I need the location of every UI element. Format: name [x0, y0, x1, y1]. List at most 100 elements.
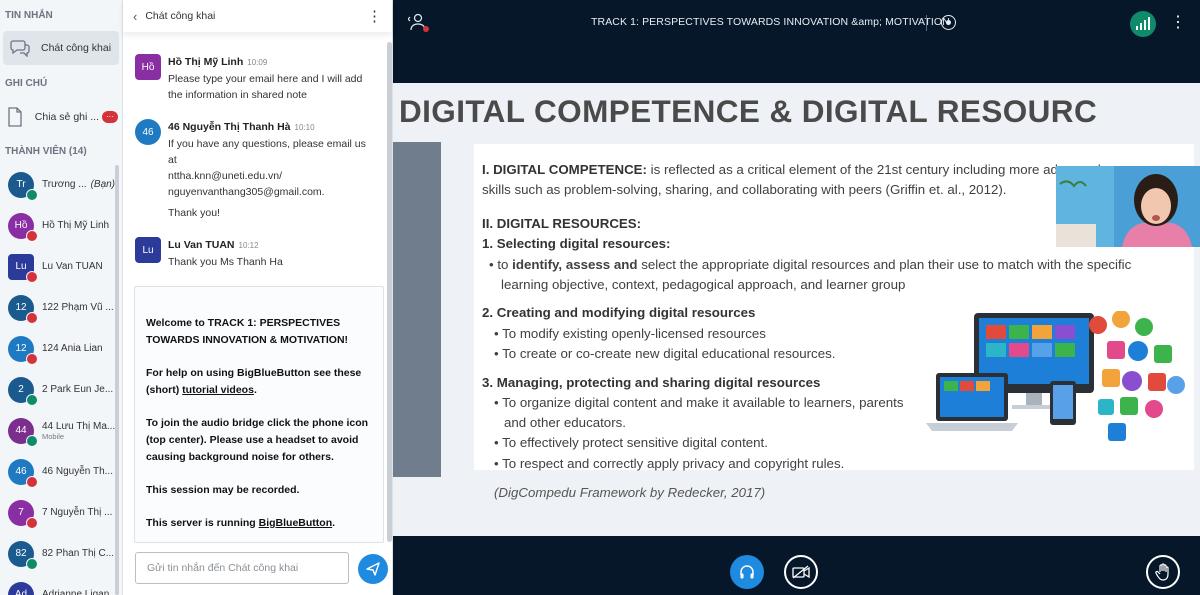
more-options-icon[interactable]: ⋮ — [367, 7, 382, 25]
slide-bullet: • To create or co-create new digital edu… — [494, 346, 836, 361]
meeting-title: TRACK 1: PERSPECTIVES TOWARDS INNOVATION… — [591, 16, 950, 28]
muted-mic-icon — [26, 352, 38, 365]
muted-mic-icon — [26, 229, 38, 242]
welcome-text: This server is running — [146, 517, 259, 529]
user-list-scrollbar[interactable] — [115, 165, 119, 595]
member-item[interactable]: 2 2 Park Eun Je... — [0, 369, 122, 410]
options-menu-icon[interactable]: ⋮ — [1170, 14, 1186, 32]
headphones-icon — [740, 565, 754, 579]
slide-line: learning objective, context, pedagogical… — [501, 277, 906, 292]
user-list-toggle-icon[interactable] — [407, 12, 429, 32]
chat-title: Chát công khai — [145, 10, 216, 22]
avatar: 46 — [135, 119, 161, 145]
slide-subheading: 1. Selecting digital resources: — [482, 236, 671, 251]
member-item[interactable]: 12 124 Ania Lian — [0, 328, 122, 369]
chat-message: Hồ Hồ Thị Mỹ Linh 10:09 Please type your em… — [123, 54, 385, 103]
message-header: Hồ Thị Mỹ Linh 10:09 — [168, 54, 362, 71]
webcam-person-image — [1056, 166, 1200, 247]
member-text: 2 Park Eun Je... — [42, 384, 113, 395]
member-name: Hồ Thị Mỹ Linh — [42, 220, 110, 231]
slide-bold-text: identify, assess and — [512, 257, 638, 272]
shared-notes-item[interactable]: Chia sẻ ghi ... ··· — [0, 100, 122, 134]
message-sender: Hồ Thị Mỹ Linh — [168, 56, 244, 68]
chat-message-input[interactable]: Gửi tin nhắn đến Chát công khai — [135, 552, 349, 584]
raise-hand-button[interactable] — [1146, 555, 1180, 589]
welcome-text: ! — [344, 334, 349, 346]
slide-bullet: • To modify existing openly-licensed res… — [494, 326, 766, 341]
public-chat-item[interactable]: Chát công khai — [3, 31, 119, 65]
notification-dot — [423, 26, 429, 32]
devices-illustration — [922, 310, 1190, 451]
member-item[interactable]: 82 82 Phan Thị C... — [0, 533, 122, 574]
avatar-initials: 46 — [15, 466, 27, 477]
note-icon — [4, 104, 27, 130]
slide-line: skills such as problem-solving, sharing,… — [482, 182, 1007, 197]
member-item[interactable]: Hồ Hồ Thị Mỹ Linh — [0, 205, 122, 246]
member-item[interactable]: 12 122 Phạm Vũ ... — [0, 287, 122, 328]
welcome-text: . — [332, 517, 336, 529]
muted-mic-icon — [26, 311, 38, 324]
member-item[interactable]: Ad Adrianne Ligan — [0, 574, 122, 595]
public-chat-label: Chát công khai — [41, 42, 112, 54]
message-line: If you have any questions, please email … — [168, 138, 366, 166]
chat-header: ‹ Chát công khai ⋮ — [123, 0, 392, 32]
shared-notes-label: Chia sẻ ghi ... — [34, 111, 99, 123]
avatar: Hồ — [135, 54, 161, 80]
listen-only-icon — [26, 188, 38, 201]
you-tag: (Bạn) — [90, 179, 116, 190]
slide-title: DIGITAL COMPETENCE & DIGITAL RESOURC — [399, 93, 1098, 129]
member-item[interactable]: Lu Lu Van TUAN — [0, 246, 122, 287]
slide-subheading: 3. Managing, protecting and sharing digi… — [482, 375, 821, 390]
send-button[interactable] — [358, 554, 388, 584]
slide-heading: II. DIGITAL RESOURCES: — [482, 216, 642, 231]
welcome-para-4: This session may be recorded. — [146, 482, 373, 499]
avatar: 2 — [8, 376, 38, 406]
bigbluebutton-link[interactable]: BigBlueButton — [259, 517, 333, 529]
listen-only-icon — [26, 434, 38, 447]
message-time: 10:12 — [238, 241, 259, 250]
record-icon[interactable] — [941, 15, 956, 30]
member-item[interactable]: 7 7 Nguyễn Thị ... — [0, 492, 122, 533]
listen-only-icon — [26, 557, 38, 570]
slide-bullet: • to identify, assess and select the app… — [489, 257, 1131, 272]
avatar: 82 — [8, 540, 38, 570]
avatar: 44 — [8, 417, 38, 447]
member-item[interactable]: 44 44 Lưu Thị Ma... Mobile — [0, 410, 122, 451]
member-item[interactable]: 46 46 Nguyễn Th... — [0, 451, 122, 492]
avatar-initials: 82 — [15, 548, 27, 559]
slide-text: • to — [489, 257, 513, 272]
video-off-icon — [792, 565, 810, 579]
member-name: Trương ... — [42, 179, 87, 190]
connection-status-icon[interactable] — [1130, 11, 1156, 37]
webcam-video[interactable] — [1056, 166, 1200, 247]
avatar-initials: 2 — [18, 384, 24, 395]
chat-scrollbar[interactable] — [387, 42, 392, 542]
member-item[interactable]: Tr Trương ... (Bạn) — [0, 164, 122, 205]
slide-line: I. DIGITAL COMPETENCE: is reflected as a… — [482, 162, 1101, 177]
avatar-initials: Lu — [142, 244, 154, 256]
member-text: Trương ... (Bạn) — [42, 179, 115, 190]
avatar-initials: 12 — [15, 343, 27, 354]
presentation-area: TRACK 1: PERSPECTIVES TOWARDS INNOVATION… — [393, 0, 1200, 595]
avatar: Lu — [135, 237, 161, 263]
chevron-left-icon[interactable]: ‹ — [133, 9, 137, 24]
audio-button[interactable] — [730, 555, 764, 589]
message-body: Lu Van TUAN 10:12 Thank you Ms Thanh Ha — [168, 237, 283, 270]
welcome-para-5: This server is running BigBlueButton. — [146, 515, 373, 532]
avatar: Tr — [8, 171, 38, 201]
message-line: nttha.knn@uneti.edu.vn/ — [168, 170, 282, 182]
muted-mic-icon — [26, 516, 38, 529]
slide-bullet: • To effectively protect sensitive digit… — [494, 435, 768, 450]
hand-icon — [1155, 563, 1169, 581]
presentation-slide: DIGITAL COMPETENCE & DIGITAL RESOURC I. … — [393, 83, 1200, 536]
slide-heading: I. DIGITAL COMPETENCE: — [482, 162, 647, 177]
member-text: Adrianne Ligan — [42, 589, 109, 595]
divider — [926, 15, 927, 31]
tutorial-videos-link[interactable]: tutorial videos — [182, 384, 254, 396]
member-text: 44 Lưu Thị Ma... Mobile — [42, 421, 115, 441]
slide-line: and other educators. — [504, 415, 626, 430]
chat-message: 46 46 Nguyễn Thị Thanh Hà 10:10 If you have… — [123, 119, 385, 221]
muted-mic-icon — [26, 270, 38, 283]
recording-notice: This session may be recorded. — [146, 484, 300, 496]
share-webcam-button[interactable] — [784, 555, 818, 589]
